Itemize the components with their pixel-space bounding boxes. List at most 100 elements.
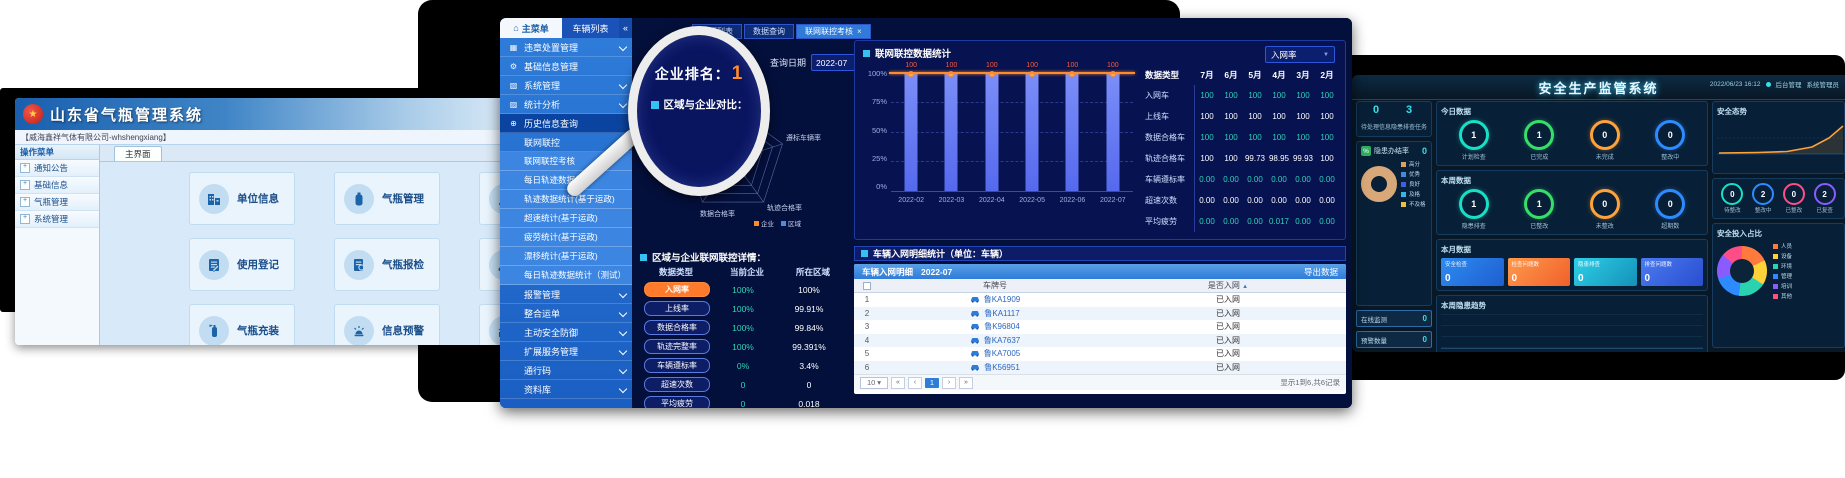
left-app-titlebar: ★ 山东省气瓶管理系统 (15, 98, 515, 130)
sort-asc-icon[interactable]: ▲ (1242, 284, 1248, 290)
chevron-down-icon (619, 100, 627, 108)
plot-area: 100 2022-02 100 2022- (891, 73, 1133, 192)
admin-link[interactable]: 后台管理 (1776, 79, 1802, 89)
current-page[interactable]: 1 (925, 378, 939, 388)
row-number: 3 (854, 322, 880, 331)
stat-tile[interactable]: 排查问题数 0 (1641, 258, 1704, 286)
alert-light-icon (344, 316, 374, 346)
sidebar-menu-item[interactable]: + 通知公告 (15, 160, 99, 177)
menu-item-label: 系统管理 (524, 79, 615, 92)
vehicle-row[interactable]: 4 鲁KA7637 已入网 (854, 334, 1346, 348)
prev-page-button[interactable]: ‹ (908, 377, 922, 389)
data-type-button[interactable]: 平均疲劳 (644, 396, 710, 408)
sidebar-menu-item[interactable]: 违章处置管理 (500, 38, 632, 57)
detail-row: 入网率 100% 100% (638, 280, 846, 299)
bar-slot[interactable]: 100 2022-07 (1096, 73, 1130, 191)
stat-tile[interactable]: 隐患排查 0 (1574, 258, 1637, 286)
sidebar-menu-item[interactable]: 资料库 (500, 380, 632, 399)
tab-main-view[interactable]: 主界面 (114, 146, 162, 161)
bar-slot[interactable]: 100 2022-06 (1055, 73, 1089, 191)
data-type-button[interactable]: 入网率 (644, 282, 710, 297)
sidebar-submenu-item[interactable]: 每日轨迹数据统计（测试） (500, 266, 632, 285)
tile-label: 安全检查 (1445, 260, 1500, 268)
sidebar-menu-item[interactable]: 扩展服务管理 (500, 342, 632, 361)
bar-slot[interactable]: 100 2022-03 (934, 73, 968, 191)
status-column-header[interactable]: 是否入网 ▲ (1110, 280, 1346, 291)
bar-slot[interactable]: 100 2022-02 (894, 73, 928, 191)
expand-icon[interactable]: + (20, 197, 30, 207)
vehicle-row[interactable]: 2 鲁KA1117 已入网 (854, 307, 1346, 321)
sidebar-menu-item[interactable]: 系统管理 (500, 76, 632, 95)
bar (1026, 74, 1039, 191)
detail-row: 超速次数 0 0 (638, 375, 846, 394)
sidebar-submenu-item[interactable]: 疲劳统计(基于运政) (500, 228, 632, 247)
bar-slot[interactable]: 100 2022-04 (975, 73, 1009, 191)
data-type-button[interactable]: 上线率 (644, 301, 710, 316)
data-type-button[interactable]: 超速次数 (644, 377, 710, 392)
center-sidebar: ⌂ 主菜单 车辆列表 « 违章处置管理 基础信息管理 (500, 18, 632, 408)
left-app-sidebar: 操作菜单 + 通知公告 + 基础信息 + 气瓶管理 (15, 145, 100, 345)
metric-selector[interactable]: 入网率 ▼ (1265, 46, 1335, 63)
tab-vehicle-list[interactable]: 车辆列表 (562, 18, 619, 38)
ring-value: 1 (1459, 120, 1489, 150)
sidebar-menu-item[interactable]: 基础信息管理 (500, 57, 632, 76)
next-page-button[interactable]: › (942, 377, 956, 389)
detail-section-title: 区域与企业联网联控详情： (640, 250, 766, 264)
tile-cylinder-inspect[interactable]: 气瓶报检 (334, 238, 440, 291)
vehicle-row[interactable]: 5 鲁KA7005 已入网 (854, 347, 1346, 361)
tile-unit-info[interactable]: 单位信息 (189, 172, 295, 225)
vehicle-row[interactable]: 3 鲁K96804 已入网 (854, 320, 1346, 334)
sidebar-menu-item[interactable]: 主动安全防御 (500, 323, 632, 342)
data-type-button[interactable]: 车辆遵标率 (644, 358, 710, 373)
sidebar-menu-item[interactable]: + 基础信息 (15, 177, 99, 194)
today-data-panel: 今日数据 1 计划检查 1 已完成 (1436, 101, 1708, 166)
sidebar-menu-item[interactable]: 统计分析 (500, 95, 632, 114)
sidebar-menu-item[interactable]: 报警管理 (500, 285, 632, 304)
menu-item-label: 扩展服务管理 (524, 345, 615, 358)
plate-column-header[interactable]: 车牌号 (880, 280, 1110, 291)
expand-icon[interactable]: + (20, 180, 30, 190)
tile-cylinder-mgmt[interactable]: 气瓶管理 (334, 172, 440, 225)
tile-usage-register[interactable]: 使用登记 (189, 238, 295, 291)
sidebar-menu-item[interactable]: 历史信息查询 (500, 114, 632, 133)
stat-tile[interactable]: 安全检查 0 (1441, 258, 1504, 286)
vehicle-section-title: 车辆入网明细统计（单位：车辆） (854, 246, 1346, 261)
enterprise-value: 0 (710, 380, 776, 390)
first-page-button[interactable]: « (891, 377, 905, 389)
menu-item-icon (508, 81, 519, 90)
sidebar-submenu-item[interactable]: 漂移统计(基于运政) (500, 247, 632, 266)
vehicle-row[interactable]: 6 鲁K56951 已入网 (854, 361, 1346, 375)
sidebar-submenu-item[interactable]: 轨迹数据统计(基于运政) (500, 190, 632, 209)
sidebar-collapse-icon[interactable]: « (619, 18, 632, 38)
monthly-table: 数据类型 7月6月5月4月3月2月 入网车 100 100 100 100 10… (1143, 65, 1343, 233)
mini-ring: 2 整改中 (1748, 183, 1778, 214)
content-tab[interactable]: 数据查询 (744, 24, 794, 39)
close-icon[interactable]: × (857, 27, 862, 36)
monthly-row: 数据合格车 100 100 100 100 100 100 (1143, 127, 1343, 148)
sidebar-submenu-item[interactable]: 超速统计(基于运政) (500, 209, 632, 228)
content-tab-active[interactable]: 联网联控考核 × (796, 24, 871, 39)
tile-info-alert[interactable]: 信息预警 (334, 304, 440, 345)
legend-item: 培训 (1773, 282, 1792, 290)
bar-slot[interactable]: 100 2022-05 (1015, 73, 1049, 191)
checkbox[interactable] (863, 282, 871, 290)
detail-table: 数据类型 当前企业 所在区域 入网率 100% 100% 上线率 (638, 264, 846, 408)
tab-main-menu[interactable]: ⌂ 主菜单 (500, 18, 562, 38)
expand-icon[interactable]: + (20, 214, 30, 224)
data-type-button[interactable]: 轨迹完整率 (644, 339, 710, 354)
last-page-button[interactable]: » (959, 377, 973, 389)
monthly-row: 平均疲劳 0.00 0.00 0.00 0.017 0.00 0.00 (1143, 211, 1343, 232)
data-type-button[interactable]: 数据合格率 (644, 320, 710, 335)
sidebar-menu-item[interactable]: + 系统管理 (15, 211, 99, 228)
legend-item: 环境 (1773, 262, 1792, 270)
stat-tile[interactable]: 检查问题数 0 (1508, 258, 1571, 286)
expand-icon[interactable]: + (20, 163, 30, 173)
tile-cylinder-filling[interactable]: 气瓶充装 (189, 304, 295, 345)
sidebar-menu-item[interactable]: 通行码 (500, 361, 632, 380)
export-button[interactable]: 导出数据 (1304, 266, 1338, 278)
vehicle-row[interactable]: 1 鲁KA1909 已入网 (854, 293, 1346, 307)
sidebar-menu-item[interactable]: 整合运单 (500, 304, 632, 323)
page-size-select[interactable]: 10 ▾ (860, 377, 888, 389)
sidebar-menu-item[interactable]: + 气瓶管理 (15, 194, 99, 211)
bar-value-label: 100 (894, 62, 928, 69)
